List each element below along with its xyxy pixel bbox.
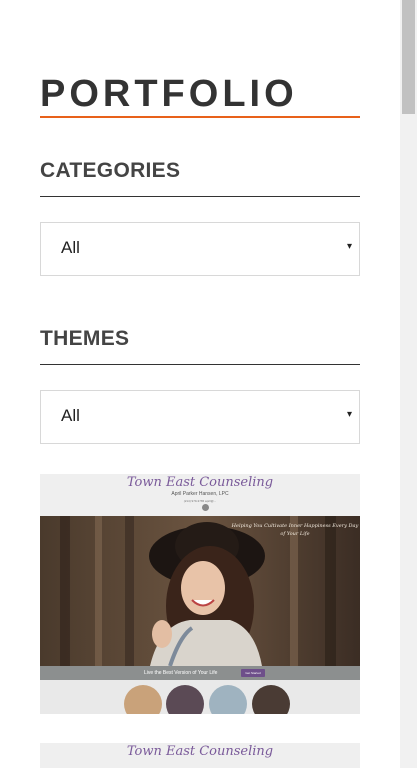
thumb-circle-photo [124, 685, 162, 714]
portfolio-item[interactable]: Town East Counseling April Parker Hansen… [40, 474, 360, 714]
thumb-site-logo: Town East Counseling [126, 475, 274, 490]
categories-heading: CATEGORIES [40, 159, 181, 182]
hero-photo-illustration [40, 516, 360, 666]
page-title: PORTFOLIO [40, 73, 298, 115]
thumb-cta-button: Get Started [241, 669, 265, 677]
thumb-circle-photo [166, 685, 204, 714]
thumb-cta-band: Live the Best Version of Your Life Get S… [40, 666, 360, 680]
categories-divider [40, 196, 360, 197]
thumb-circle-photo [209, 685, 247, 714]
thumb-site-subtitle: April Parker Hansen, LPC [171, 491, 229, 497]
thumb-social-icon [202, 504, 209, 511]
chevron-down-icon: ▾ [346, 241, 352, 252]
thumb-site-logo: Town East Counseling [126, 744, 274, 759]
thumb-hero-tagline: Helping You Cultivate Inner Happiness Ev… [231, 523, 359, 537]
thumb-circle-photo [252, 685, 290, 714]
vertical-scrollbar[interactable] [400, 0, 417, 768]
thumb-site-contact: (214) 979-3765 april@... [183, 499, 217, 503]
title-underline [40, 116, 360, 118]
thumb-site-header: Town East Counseling April Parker Hansen… [40, 474, 360, 516]
themes-heading: THEMES [40, 327, 130, 350]
thumb-site-header: Town East Counseling [40, 743, 360, 768]
categories-select[interactable]: All ▾ [40, 222, 360, 276]
themes-divider [40, 364, 360, 365]
page: PORTFOLIO CATEGORIES All ▾ THEMES All ▾ … [0, 0, 417, 768]
categories-selected-value: All [61, 238, 80, 257]
themes-selected-value: All [61, 406, 80, 425]
thumb-hero-image: Helping You Cultivate Inner Happiness Ev… [40, 516, 360, 666]
themes-select[interactable]: All ▾ [40, 390, 360, 444]
thumb-photo-row [40, 680, 360, 714]
portfolio-item[interactable]: Town East Counseling [40, 743, 360, 768]
scrollbar-thumb[interactable] [402, 0, 415, 114]
thumb-cta-text: Live the Best Version of Your Life [144, 670, 218, 676]
chevron-down-icon: ▾ [346, 409, 352, 420]
